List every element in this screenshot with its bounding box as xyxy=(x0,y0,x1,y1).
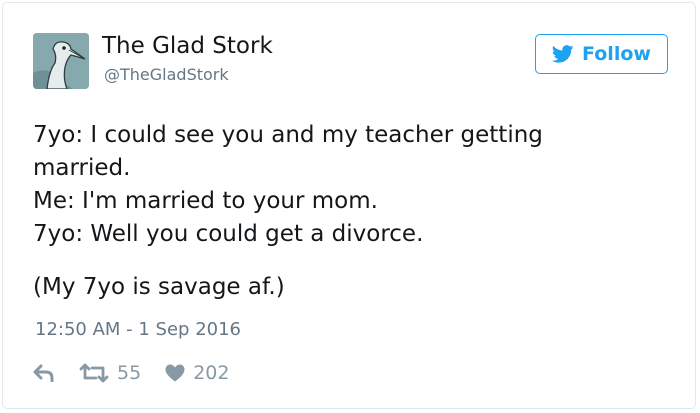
tweet-line: Me: I'm married to your mom. xyxy=(33,188,378,214)
like-count: 202 xyxy=(193,362,230,384)
retweet-button[interactable]: 55 xyxy=(79,362,141,384)
like-button[interactable]: 202 xyxy=(165,362,229,384)
tweet-text: 7yo: I could see you and my teacher gett… xyxy=(33,119,673,304)
author-handle[interactable]: @TheGladStork xyxy=(104,65,229,84)
twitter-bird-icon xyxy=(552,45,574,63)
tweet-line: (My 7yo is savage af.) xyxy=(33,274,285,300)
stork-avatar-image xyxy=(33,33,89,89)
reply-icon xyxy=(33,364,54,382)
reply-button[interactable] xyxy=(33,364,59,382)
tweet-timestamp[interactable]: 12:50 AM - 1 Sep 2016 xyxy=(35,319,241,340)
avatar[interactable] xyxy=(33,33,89,89)
author-name[interactable]: The Glad Stork xyxy=(102,33,273,59)
tweet-card: The Glad Stork @TheGladStork Follow 7yo:… xyxy=(2,2,696,409)
tweet-line: 7yo: Well you could get a divorce. xyxy=(33,221,424,247)
follow-button[interactable]: Follow xyxy=(535,34,668,74)
retweet-count: 55 xyxy=(117,362,142,384)
heart-icon xyxy=(165,364,185,382)
tweet-line: 7yo: I could see you and my teacher gett… xyxy=(33,122,543,148)
tweet-line: married. xyxy=(33,155,131,181)
tweet-actions: 55 202 xyxy=(33,359,229,387)
follow-button-label: Follow xyxy=(582,43,651,65)
retweet-icon xyxy=(79,363,109,383)
